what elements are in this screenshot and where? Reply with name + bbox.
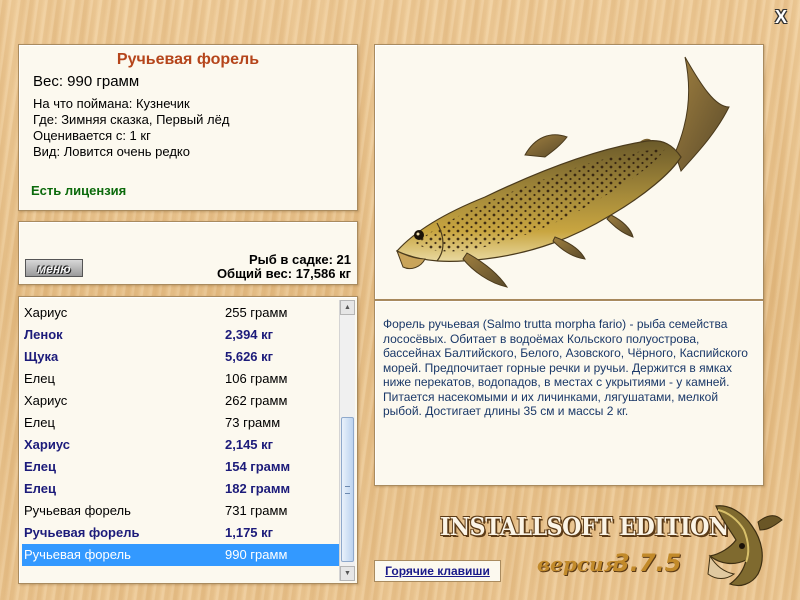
edition-label: INSTALLSOFT EDITION (440, 512, 729, 541)
close-icon[interactable]: X (772, 8, 790, 26)
list-item-weight: 2,394 кг (225, 327, 274, 342)
list-item-name: Хариус (24, 393, 68, 408)
version-number: 3.7.5 (613, 549, 682, 577)
fish-title: Ручьевая форель (116, 51, 260, 68)
list-item-name: Елец (24, 459, 56, 474)
list-item-weight: 73 грамм (225, 415, 281, 430)
list-item[interactable]: Елец 182 грамм (22, 478, 340, 500)
fish-description-panel: Форель ручьевая (Salmo trutta morpha far… (374, 300, 764, 486)
fish-caught-on: На что поймана: Кузнечик (33, 96, 190, 111)
list-item-name: Хариус (24, 305, 68, 320)
list-item-weight: 255 грамм (225, 305, 288, 320)
brown-trout-image (396, 56, 730, 288)
fish-image-panel (374, 44, 764, 300)
list-item[interactable]: Елец 154 грамм (22, 456, 340, 478)
catch-count: Рыб в садке: 21 (248, 252, 351, 267)
list-item[interactable]: Щука 5,626 кг (22, 346, 340, 368)
list-item[interactable]: Ручьевая форель 1,175 кг (22, 522, 340, 544)
list-item[interactable]: Елец 106 грамм (22, 368, 340, 390)
list-item-weight: 5,626 кг (225, 349, 274, 364)
menu-button[interactable]: меню (25, 259, 83, 277)
list-item-name: Щука (24, 349, 59, 364)
list-item[interactable]: Елец 73 грамм (22, 412, 340, 434)
catch-summary-panel: меню Рыб в садке: 21 Общий вес: 17,586 к… (18, 221, 358, 285)
list-item-name: Ленок (24, 327, 63, 342)
license-status: Есть лицензия (31, 183, 127, 198)
list-item-name: Елец (24, 481, 56, 496)
list-item[interactable]: Ручьевая форель 990 грамм (22, 544, 340, 566)
list-item-weight: 990 грамм (225, 547, 288, 562)
total-weight: Общий вес: 17,586 кг (216, 266, 351, 281)
list-item-weight: 1,175 кг (225, 525, 274, 540)
fish-min-weight: Оценивается с: 1 кг (33, 128, 151, 143)
hotkeys-button[interactable]: Горячие клавиши (374, 560, 501, 582)
list-scrollbar[interactable]: ▲ ▼ (339, 300, 355, 581)
list-item-name: Ручьевая форель (24, 503, 131, 518)
list-item-weight: 731 грамм (225, 503, 288, 518)
arrow-up-icon[interactable]: ▲ (340, 300, 355, 315)
list-item-weight: 106 грамм (225, 371, 288, 386)
pike-logo-icon (707, 505, 783, 587)
grip-icon (345, 486, 350, 494)
list-item[interactable]: Ленок 2,394 кг (22, 324, 340, 346)
catch-list: Хариус 255 грамм Ленок 2,394 кг Щука 5,626 … (22, 302, 340, 566)
list-item-weight: 154 грамм (225, 459, 291, 474)
list-item-name: Елец (24, 415, 55, 430)
scrollbar-thumb[interactable] (341, 417, 354, 562)
list-item-weight: 2,145 кг (225, 437, 274, 452)
list-item-weight: 182 грамм (225, 481, 291, 496)
list-item-weight: 262 грамм (225, 393, 288, 408)
fish-rarity: Вид: Ловится очень редко (33, 144, 190, 159)
arrow-down-icon[interactable]: ▼ (340, 566, 355, 581)
fish-weight: Вес: 990 грамм (33, 73, 140, 90)
list-item[interactable]: Ручьевая форель 731 грамм (22, 500, 340, 522)
version-label: версия (537, 552, 620, 576)
list-item-name: Елец (24, 371, 55, 386)
fish-description: Форель ручьевая (Salmo trutta morpha far… (383, 317, 748, 418)
list-item[interactable]: Хариус 2,145 кг (22, 434, 340, 456)
list-item-name: Ручьевая форель (24, 525, 140, 540)
fish-location: Где: Зимняя сказка, Первый лёд (33, 112, 230, 127)
list-item[interactable]: Хариус 255 грамм (22, 302, 340, 324)
fish-info-panel: Ручьевая форель Вес: 990 грамм На что по… (18, 44, 358, 211)
list-item[interactable]: Хариус 262 грамм (22, 390, 340, 412)
catch-list-panel: Хариус 255 грамм Ленок 2,394 кг Щука 5,626 … (18, 296, 358, 584)
list-item-name: Ручьевая форель (24, 547, 131, 562)
list-item-name: Хариус (24, 437, 70, 452)
